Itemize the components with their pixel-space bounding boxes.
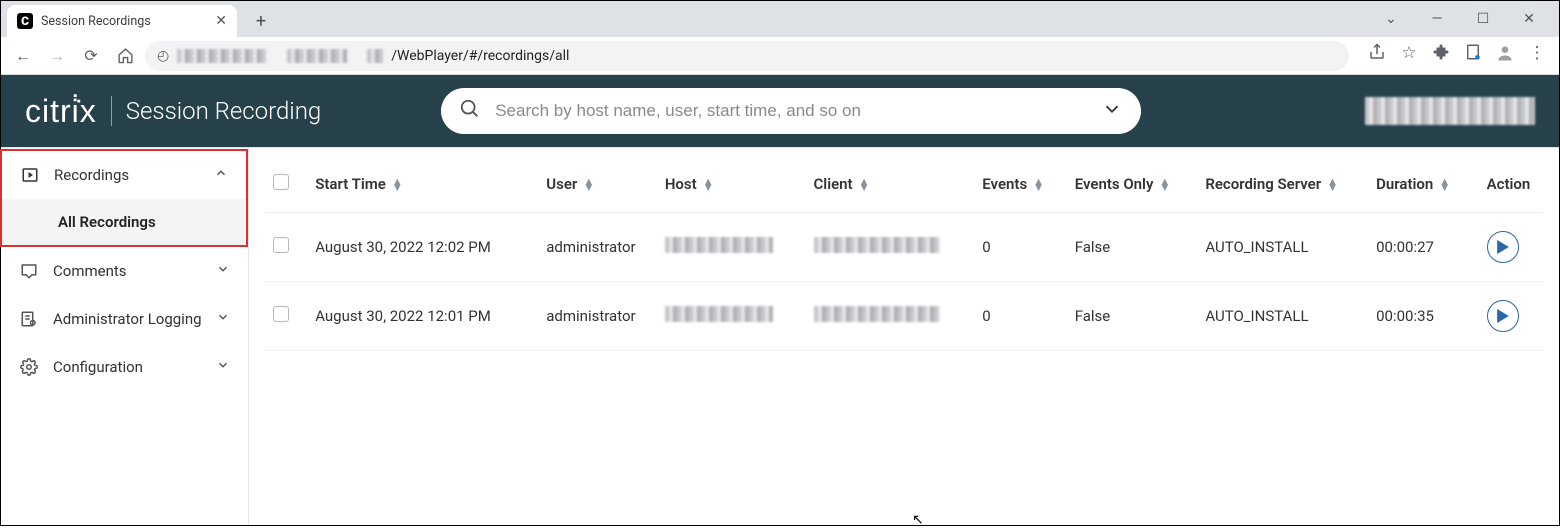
sort-icon: ▲▼: [703, 179, 714, 191]
table-row[interactable]: August 30, 2022 12:02 PM administrator 0…: [265, 213, 1543, 282]
table-row[interactable]: August 30, 2022 12:01 PM administrator 0…: [265, 282, 1543, 351]
close-tab-icon[interactable]: ✕: [215, 13, 227, 29]
sort-icon: ▲▼: [392, 179, 403, 191]
forward-button[interactable]: →: [43, 42, 71, 70]
highlight-annotation: Recordings All Recordings: [0, 149, 248, 247]
home-button[interactable]: [111, 42, 139, 70]
tab-title: Session Recordings: [41, 14, 151, 29]
brand-logo: citri̇̇x: [25, 93, 97, 130]
site-info-icon[interactable]: ◴: [157, 48, 169, 64]
cell-client-redacted: [806, 213, 975, 282]
sidebar-item-configuration[interactable]: Configuration: [1, 343, 248, 391]
sidebar-item-recordings[interactable]: Recordings: [2, 151, 246, 199]
maximize-icon[interactable]: ☐: [1465, 11, 1501, 27]
cell-events: 0: [974, 282, 1066, 351]
redacted-host: [177, 49, 383, 63]
cell-events: 0: [974, 213, 1066, 282]
sidebar: Recordings All Recordings Comments Admin…: [1, 148, 249, 525]
content-area: Start Time▲▼ User▲▼ Host▲▼ Client▲▼ Even…: [249, 148, 1559, 525]
play-square-icon: [20, 165, 40, 185]
cell-host-redacted: [657, 282, 806, 351]
cell-host-redacted: [657, 213, 806, 282]
header-user[interactable]: User▲▼: [538, 156, 657, 213]
log-user-icon: [19, 309, 39, 329]
chevron-down-icon: [216, 310, 230, 328]
header-events[interactable]: Events▲▼: [974, 156, 1066, 213]
sort-icon: ▲▼: [1033, 179, 1044, 191]
header-duration[interactable]: Duration▲▼: [1368, 156, 1479, 213]
share-icon[interactable]: [1363, 43, 1391, 68]
sidebar-item-label: Comments: [53, 262, 127, 280]
gear-icon: [19, 357, 39, 377]
header-recording-server[interactable]: Recording Server▲▼: [1197, 156, 1368, 213]
cell-action: [1479, 282, 1543, 351]
cell-start-time: August 30, 2022 12:01 PM: [307, 282, 538, 351]
minimize-icon[interactable]: —: [1419, 11, 1455, 27]
play-button[interactable]: [1487, 300, 1519, 332]
cell-duration: 00:00:35: [1368, 282, 1479, 351]
header-start-time[interactable]: Start Time▲▼: [307, 156, 538, 213]
sidebar-item-admin-logging[interactable]: Administrator Logging: [1, 295, 248, 343]
product-name: Session Recording: [126, 97, 321, 125]
search-dropdown-icon[interactable]: [1101, 98, 1123, 125]
sidebar-item-comments[interactable]: Comments: [1, 247, 248, 295]
comment-icon: [19, 261, 39, 281]
header-host[interactable]: Host▲▼: [657, 156, 806, 213]
sidebar-subitem-all-recordings[interactable]: All Recordings: [2, 199, 246, 245]
row-checkbox[interactable]: [265, 282, 307, 351]
back-button[interactable]: ←: [9, 42, 37, 70]
header-events-only[interactable]: Events Only▲▼: [1067, 156, 1198, 213]
cell-recording-server: AUTO_INSTALL: [1197, 213, 1368, 282]
close-window-icon[interactable]: ✕: [1511, 11, 1547, 27]
brand-divider: [111, 96, 112, 126]
cell-client-redacted: [806, 282, 975, 351]
chevron-down-icon: [216, 262, 230, 280]
url-path: /WebPlayer/#/recordings/all: [391, 48, 569, 64]
address-bar[interactable]: ◴ /WebPlayer/#/recordings/all: [145, 41, 1349, 71]
profile-icon[interactable]: [1491, 43, 1519, 68]
star-icon[interactable]: ☆: [1395, 43, 1423, 68]
cell-events-only: False: [1067, 282, 1198, 351]
tab-search-icon[interactable]: ⌄: [1373, 11, 1409, 27]
search-bar[interactable]: [441, 88, 1141, 134]
sort-icon: ▲▼: [1327, 179, 1338, 191]
cell-user: administrator: [538, 213, 657, 282]
cell-recording-server: AUTO_INSTALL: [1197, 282, 1368, 351]
extensions-icon[interactable]: [1427, 43, 1455, 68]
favicon-icon: C: [17, 13, 33, 29]
search-input[interactable]: [495, 101, 1087, 121]
kebab-menu-icon[interactable]: ⋮: [1523, 43, 1551, 68]
reading-list-icon[interactable]: [1459, 43, 1487, 68]
sort-icon: ▲▼: [1439, 179, 1450, 191]
table-header-row: Start Time▲▼ User▲▼ Host▲▼ Client▲▼ Even…: [265, 156, 1543, 213]
sort-icon: ▲▼: [583, 179, 594, 191]
row-checkbox[interactable]: [265, 213, 307, 282]
recordings-table: Start Time▲▼ User▲▼ Host▲▼ Client▲▼ Even…: [265, 156, 1543, 351]
chevron-up-icon: [214, 166, 228, 184]
search-icon: [459, 98, 481, 124]
header-checkbox[interactable]: [265, 156, 307, 213]
header-client[interactable]: Client▲▼: [806, 156, 975, 213]
sidebar-item-label: Configuration: [53, 358, 143, 376]
reload-button[interactable]: ⟳: [77, 42, 105, 70]
header-action: Action: [1479, 156, 1543, 213]
sidebar-subitem-label: All Recordings: [58, 213, 156, 231]
sort-icon: ▲▼: [1159, 179, 1170, 191]
cell-action: [1479, 213, 1543, 282]
cell-user: administrator: [538, 282, 657, 351]
play-button[interactable]: [1487, 231, 1519, 263]
browser-tab[interactable]: C Session Recordings ✕: [7, 5, 237, 37]
sort-icon: ▲▼: [859, 179, 870, 191]
user-area-redacted: [1365, 97, 1535, 125]
cell-events-only: False: [1067, 213, 1198, 282]
chevron-down-icon: [216, 358, 230, 376]
sidebar-item-label: Administrator Logging: [53, 310, 202, 328]
sidebar-item-label: Recordings: [54, 166, 129, 184]
new-tab-button[interactable]: +: [247, 7, 275, 35]
cell-duration: 00:00:27: [1368, 213, 1479, 282]
cell-start-time: August 30, 2022 12:02 PM: [307, 213, 538, 282]
